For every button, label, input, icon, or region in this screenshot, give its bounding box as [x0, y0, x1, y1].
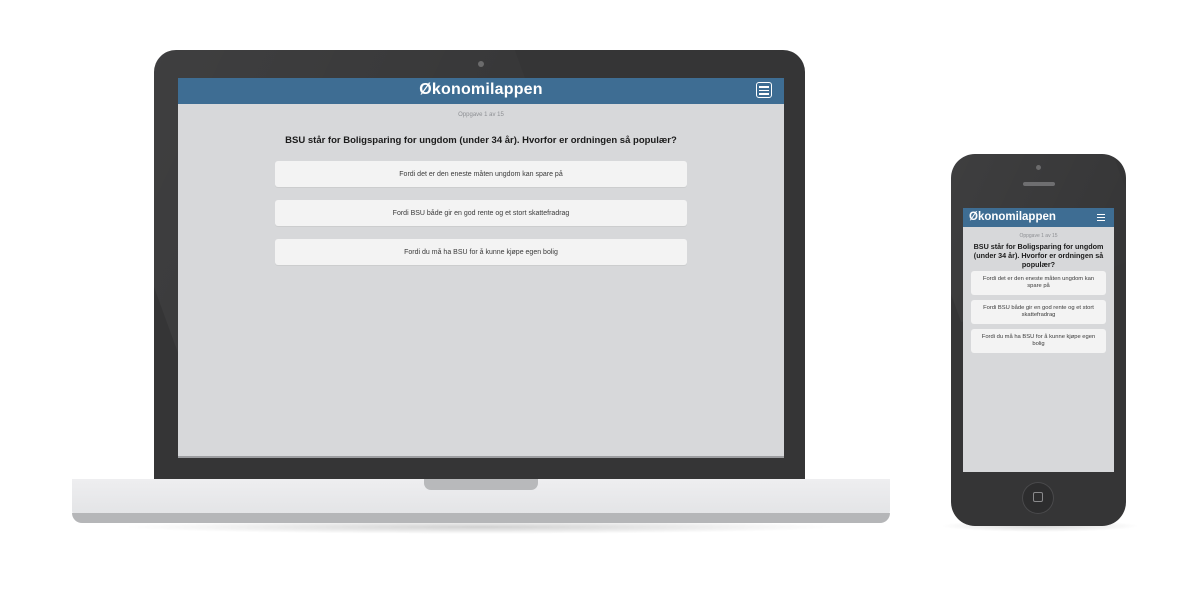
question-progress: Oppgave 1 av 15	[458, 112, 504, 118]
laptop-hinge-notch	[424, 479, 538, 490]
answer-option[interactable]: Fordi du må ha BSU for å kunne kjøpe ege…	[275, 239, 687, 265]
app-title: Økonomilappen	[419, 81, 543, 98]
answer-list: Fordi det er den eneste måten ungdom kan…	[275, 161, 687, 278]
home-square-icon	[1033, 492, 1043, 502]
question-text: BSU står for Boligsparing for ungdom (un…	[285, 135, 677, 146]
laptop-screen-bottom-edge	[178, 456, 784, 458]
laptop-base-rim	[72, 513, 890, 523]
laptop-camera	[478, 61, 484, 67]
phone-screen: Økonomilappen Oppgave 1 av 15 BSU står f…	[963, 208, 1114, 472]
app-header: Økonomilappen	[963, 208, 1114, 227]
answer-option[interactable]: Fordi du må ha BSU for å kunne kjøpe ege…	[971, 329, 1106, 353]
question-progress: Oppgave 1 av 15	[1019, 233, 1058, 239]
phone-camera	[1036, 165, 1041, 170]
phone-speaker	[1023, 182, 1055, 186]
app-title: Økonomilappen	[969, 211, 1056, 223]
answer-option[interactable]: Fordi det er den eneste måten ungdom kan…	[275, 161, 687, 187]
hamburger-menu-icon[interactable]	[1097, 214, 1105, 222]
laptop-screen: Økonomilappen Oppgave 1 av 15 BSU står f…	[178, 78, 784, 458]
answer-option[interactable]: Fordi det er den eneste måten ungdom kan…	[971, 271, 1106, 295]
hamburger-menu-icon[interactable]	[756, 82, 772, 98]
question-text: BSU står for Boligsparing for ungdom (un…	[973, 242, 1104, 269]
app-header: Økonomilappen	[178, 78, 784, 104]
answer-option[interactable]: Fordi BSU både gir en god rente og et st…	[275, 200, 687, 226]
answer-list: Fordi det er den eneste måten ungdom kan…	[971, 271, 1106, 358]
answer-option[interactable]: Fordi BSU både gir en god rente og et st…	[971, 300, 1106, 324]
